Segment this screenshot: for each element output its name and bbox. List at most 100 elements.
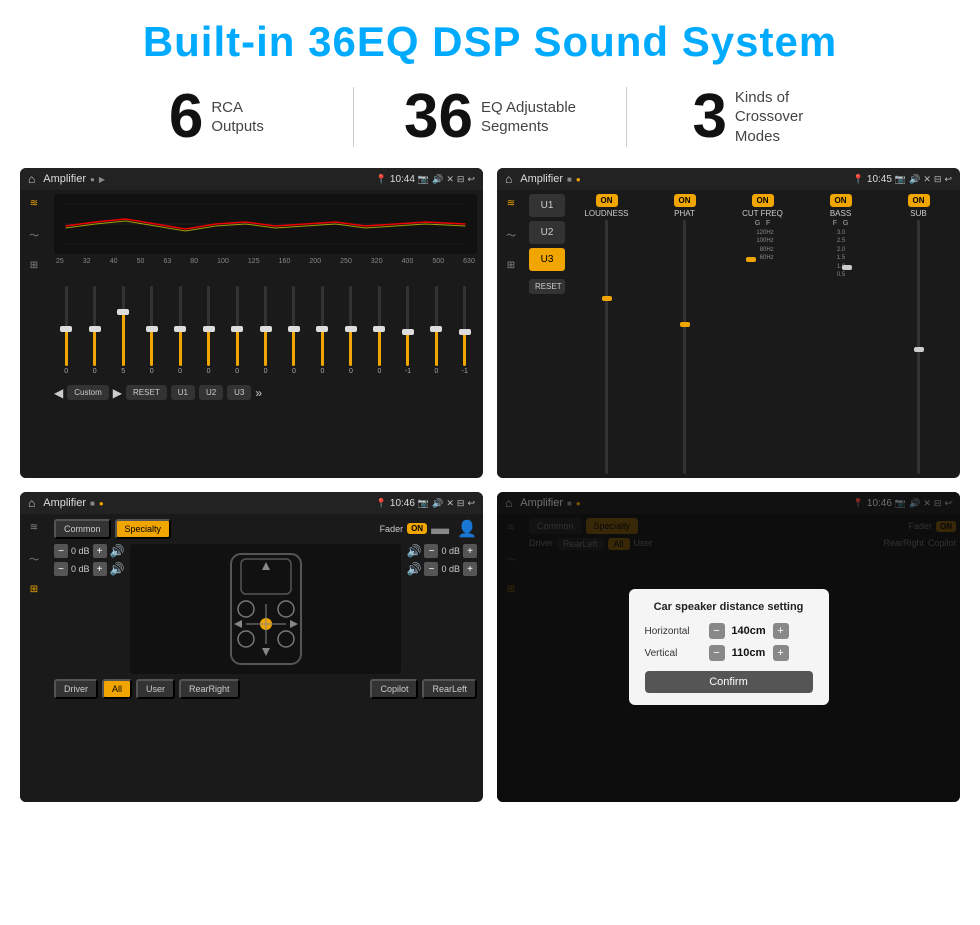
- eq-slider-9[interactable]: 0: [310, 286, 334, 375]
- status-bar-1: ⌂ Amplifier ● ▶ 📍 10:44 📷 🔊 ✕ ⊟ ↩: [20, 168, 483, 190]
- bass-toggle[interactable]: ON: [830, 194, 852, 207]
- fader-slider-thumb[interactable]: ▬: [431, 518, 449, 539]
- screens-grid: ⌂ Amplifier ● ▶ 📍 10:44 📷 🔊 ✕ ⊟ ↩ ≋ 〜 ⊞: [0, 162, 980, 812]
- custom-btn[interactable]: Custom: [67, 385, 109, 400]
- rearleft-btn[interactable]: RearLeft: [422, 679, 477, 699]
- horizontal-minus[interactable]: −: [709, 623, 725, 639]
- cutfreq-toggle[interactable]: ON: [752, 194, 774, 207]
- u2-selector[interactable]: U2: [529, 221, 565, 244]
- next-icon[interactable]: ▶: [113, 386, 122, 400]
- vertical-minus[interactable]: −: [709, 645, 725, 661]
- screen-amp: ⌂ Amplifier ■ ● 📍 10:45 📷 🔊 ✕ ⊟ ↩ ≋ 〜 ⊞: [497, 168, 960, 478]
- fader-text: Fader: [380, 524, 404, 534]
- eq-slider-10[interactable]: 0: [339, 286, 363, 375]
- phat-toggle[interactable]: ON: [674, 194, 696, 207]
- loudness-label: LOUDNESS: [584, 209, 628, 218]
- user-btn[interactable]: User: [136, 679, 175, 699]
- status-bar-2: ⌂ Amplifier ■ ● 📍 10:45 📷 🔊 ✕ ⊟ ↩: [497, 168, 960, 190]
- sidebar-1: ≋ 〜 ⊞: [20, 190, 48, 478]
- loudness-toggle[interactable]: ON: [596, 194, 618, 207]
- fr-plus[interactable]: +: [463, 544, 477, 558]
- window-icon-2[interactable]: ⊟: [934, 174, 942, 185]
- all-btn[interactable]: All: [102, 679, 132, 699]
- eq-slider-0[interactable]: 0: [54, 286, 78, 375]
- eq-slider-14[interactable]: -1: [453, 286, 477, 375]
- fl-minus[interactable]: −: [54, 544, 68, 558]
- eq-slider-5[interactable]: 0: [196, 286, 220, 375]
- more-icon[interactable]: »: [255, 386, 262, 400]
- rl-speaker-icon: 🔊: [110, 562, 125, 576]
- window-icon-3[interactable]: ⊟: [457, 498, 465, 509]
- phat-slider[interactable]: [647, 220, 722, 474]
- layout-icon-2[interactable]: ⊞: [507, 260, 515, 271]
- profile-icon-3[interactable]: 👤: [457, 519, 477, 539]
- channel-phat: ON PHAT: [647, 194, 722, 474]
- loudness-slider[interactable]: [569, 220, 644, 474]
- window-icon-1[interactable]: ⊟: [457, 174, 465, 185]
- confirm-button[interactable]: Confirm: [645, 671, 813, 693]
- close-icon-1[interactable]: ✕: [446, 174, 454, 185]
- home-icon-1[interactable]: ⌂: [28, 172, 35, 186]
- driver-btn[interactable]: Driver: [54, 679, 98, 699]
- wave-icon-3[interactable]: 〜: [29, 551, 39, 566]
- dialog-title: Car speaker distance setting: [645, 601, 813, 613]
- prev-icon[interactable]: ◀: [54, 386, 63, 400]
- u2-btn-1[interactable]: U2: [199, 385, 223, 400]
- home-icon-3[interactable]: ⌂: [28, 496, 35, 510]
- bottom-btns: Driver All User RearRight Copilot RearLe…: [54, 679, 477, 699]
- common-tab[interactable]: Common: [54, 519, 111, 539]
- eq-slider-2[interactable]: 5: [111, 286, 135, 375]
- rr-plus[interactable]: +: [463, 562, 477, 576]
- reset-btn-2[interactable]: RESET: [529, 279, 565, 294]
- u1-selector[interactable]: U1: [529, 194, 565, 217]
- close-icon-2[interactable]: ✕: [923, 174, 931, 185]
- sub-toggle[interactable]: ON: [908, 194, 930, 207]
- eq-slider-4[interactable]: 0: [168, 286, 192, 375]
- db-controls-right: 🔊 − 0 dB + 🔊 − 0 dB +: [407, 544, 477, 674]
- eq-icon-1[interactable]: ≋: [30, 198, 38, 209]
- back-icon-3[interactable]: ↩: [467, 498, 475, 509]
- u3-btn-1[interactable]: U3: [227, 385, 251, 400]
- home-icon-2[interactable]: ⌂: [505, 172, 512, 186]
- eq-slider-8[interactable]: 0: [282, 286, 306, 375]
- close-icon-3[interactable]: ✕: [446, 498, 454, 509]
- layout-icon-3[interactable]: ⊞: [30, 584, 38, 595]
- copilot-btn[interactable]: Copilot: [370, 679, 418, 699]
- eq-slider-1[interactable]: 0: [82, 286, 106, 375]
- vertical-plus[interactable]: +: [773, 645, 789, 661]
- reset-btn-1[interactable]: RESET: [126, 385, 167, 400]
- eq-slider-11[interactable]: 0: [367, 286, 391, 375]
- back-icon-2[interactable]: ↩: [944, 174, 952, 185]
- eq-slider-13[interactable]: 0: [424, 286, 448, 375]
- wave-icon-1[interactable]: 〜: [29, 227, 39, 242]
- rl-minus[interactable]: −: [54, 562, 68, 576]
- fr-speaker-icon: 🔊: [407, 544, 422, 558]
- sub-slider[interactable]: [881, 220, 956, 474]
- rr-minus[interactable]: −: [424, 562, 438, 576]
- sub-label: SUB: [910, 209, 926, 218]
- channels-wrap: ON LOUDNESS ON PHAT: [569, 194, 956, 474]
- channel-loudness: ON LOUDNESS: [569, 194, 644, 474]
- fader-on-badge[interactable]: ON: [407, 523, 427, 534]
- rearright-btn[interactable]: RearRight: [179, 679, 240, 699]
- eq-slider-12[interactable]: -1: [396, 286, 420, 375]
- u3-selector[interactable]: U3: [529, 248, 565, 271]
- fr-minus[interactable]: −: [424, 544, 438, 558]
- eq-icon-2[interactable]: ≋: [507, 198, 515, 209]
- eq-slider-6[interactable]: 0: [225, 286, 249, 375]
- rl-plus[interactable]: +: [93, 562, 107, 576]
- back-icon-1[interactable]: ↩: [467, 174, 475, 185]
- stat-rca: 6 RCAOutputs: [80, 86, 353, 148]
- wave-icon-2[interactable]: 〜: [506, 227, 516, 242]
- u1-btn-1[interactable]: U1: [171, 385, 195, 400]
- fl-plus[interactable]: +: [93, 544, 107, 558]
- bass-slider[interactable]: 3.02.52.01.51.00.5: [803, 229, 878, 474]
- cutfreq-slider[interactable]: 120Hz100Hz80Hz60Hz: [725, 229, 800, 474]
- eq-slider-3[interactable]: 0: [139, 286, 163, 375]
- eq-slider-7[interactable]: 0: [253, 286, 277, 375]
- page-header: Built-in 36EQ DSP Sound System: [0, 0, 980, 76]
- specialty-tab[interactable]: Specialty: [115, 519, 172, 539]
- horizontal-plus[interactable]: +: [773, 623, 789, 639]
- layout-icon-1[interactable]: ⊞: [30, 260, 38, 271]
- eq-icon-3[interactable]: ≋: [30, 522, 38, 533]
